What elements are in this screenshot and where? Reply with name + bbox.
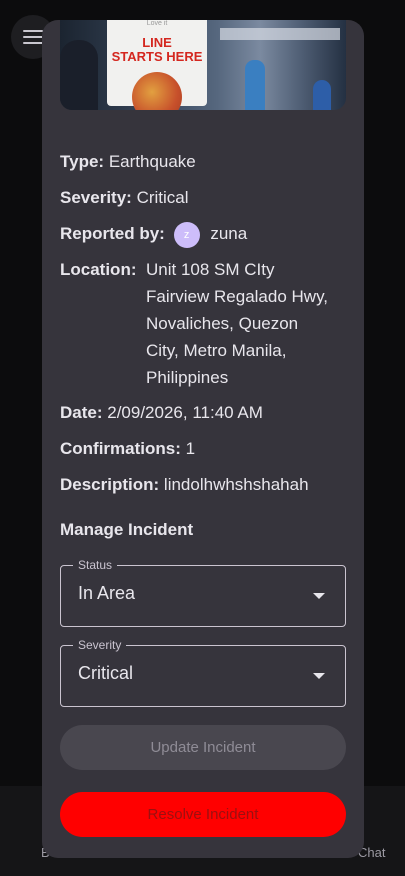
type-value: Earthquake (108, 152, 196, 171)
confirmations-label: Confirmations: (60, 439, 181, 458)
reported-by-label: Reported by: (60, 224, 165, 243)
severity-select[interactable]: Severity Critical (60, 637, 346, 707)
status-select-value: In Area (78, 583, 136, 603)
description-row: Description: lindolhwhshshahah (60, 471, 309, 498)
line-starts-here-sign: Love it LINE STARTS HERE (107, 20, 207, 110)
location-label: Location: (60, 260, 137, 279)
resolve-incident-button[interactable]: Resolve Incident (60, 792, 346, 837)
incident-photo: Love it LINE STARTS HERE (60, 20, 346, 110)
incident-details-modal: Love it LINE STARTS HERE Type: Earthquak… (42, 20, 364, 858)
hamburger-icon (23, 30, 43, 44)
location-value: Unit 108 SM CIty Fairview Regalado Hwy, … (146, 260, 329, 387)
pizza-image (132, 72, 182, 110)
description-label: Description: (60, 475, 160, 494)
type-label: Type: (60, 152, 105, 171)
status-select[interactable]: Status In Area (60, 557, 346, 627)
severity-row: Severity: Critical (60, 184, 189, 211)
manage-incident-title: Manage Incident (60, 520, 194, 539)
dropdown-arrow-icon (313, 593, 325, 599)
reporter-name: zuna (210, 224, 248, 243)
description-value: lindolhwhshshahah (163, 475, 309, 494)
severity-label: Severity: (60, 188, 132, 207)
location-label-row: Location: (60, 256, 137, 283)
update-incident-button[interactable]: Update Incident (60, 725, 346, 770)
severity-select-value: Critical (78, 663, 134, 683)
avatar: z (173, 221, 200, 248)
confirmations-row: Confirmations: 1 (60, 435, 195, 462)
reported-by-row: Reported by: z zuna (60, 220, 247, 248)
confirmations-value: 1 (185, 439, 196, 458)
severity-select-label: Severity (73, 637, 127, 653)
date-row: Date: 2/09/2026, 11:40 AM (60, 399, 263, 426)
severity-value: Critical (136, 188, 189, 207)
date-value: 2/09/2026, 11:40 AM (107, 403, 263, 422)
date-label: Date: (60, 403, 103, 422)
type-row: Type: Earthquake (60, 148, 196, 175)
status-select-label: Status (73, 557, 118, 573)
dropdown-arrow-icon (313, 673, 325, 679)
